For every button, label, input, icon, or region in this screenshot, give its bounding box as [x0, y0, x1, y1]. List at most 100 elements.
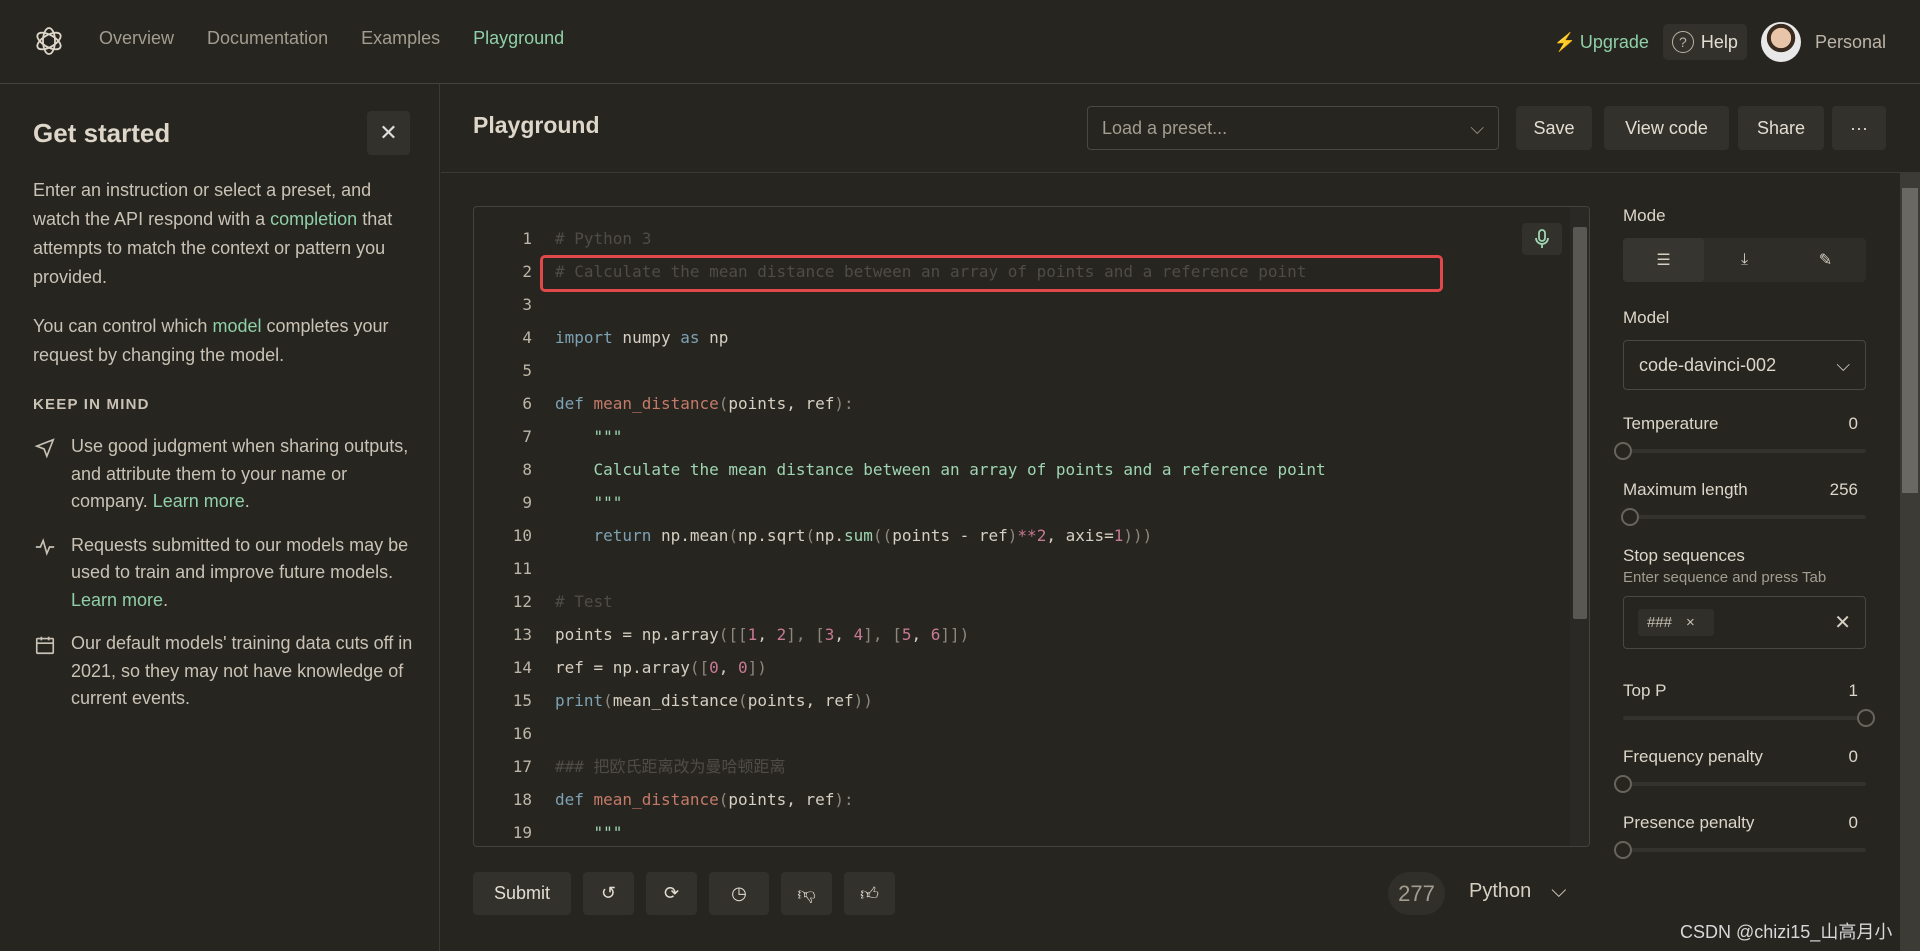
max-length-slider[interactable]: [1621, 500, 1866, 532]
presence-penalty-slider[interactable]: [1614, 833, 1866, 865]
code-token: mean_distance: [612, 691, 739, 710]
model-text-1: You can control which: [33, 316, 213, 336]
scroll-thumb[interactable]: [1573, 227, 1587, 619]
code-token: (: [718, 790, 729, 809]
nav-examples[interactable]: Examples: [361, 28, 440, 49]
code-line[interactable]: 11: [474, 552, 1326, 585]
frequency-penalty-slider[interactable]: [1614, 767, 1866, 799]
code-token: (: [738, 691, 748, 710]
thumbs-up-button[interactable]: 👍︎: [844, 872, 895, 915]
model-link[interactable]: model: [212, 316, 261, 336]
mode-insert[interactable]: ⤓: [1704, 238, 1785, 282]
code-text: """: [532, 816, 623, 846]
undo-button[interactable]: ↺: [583, 872, 634, 915]
code-line[interactable]: 5: [474, 354, 1326, 387]
max-length-label: Maximum length 256: [1623, 480, 1866, 500]
mode-edit[interactable]: ✎: [1785, 238, 1866, 282]
code-line[interactable]: 3: [474, 288, 1326, 321]
code-line[interactable]: 12 # Test: [474, 585, 1326, 618]
share-button[interactable]: Share: [1738, 106, 1824, 150]
line-number: 10: [512, 526, 532, 545]
help-label: Help: [1700, 31, 1738, 52]
code-line[interactable]: 13 points = np.array([[1, 2], [3, 4], [5,…: [474, 618, 1326, 651]
clear-icon[interactable]: ✕: [1834, 610, 1851, 635]
tip-cutoff: Our default models' training data cuts o…: [33, 630, 418, 713]
model-text: You can control which model completes yo…: [33, 312, 418, 370]
top-p-label: Top P 1: [1623, 681, 1866, 701]
code-line[interactable]: 1 # Python 3: [474, 222, 1326, 255]
code-line[interactable]: 6 def mean_distance(points, ref):: [474, 387, 1326, 420]
mode-label: Mode: [1623, 206, 1866, 226]
tip-end: .: [244, 491, 250, 511]
label: Top P: [1623, 681, 1667, 700]
stop-sequences-input[interactable]: ### × ✕: [1623, 596, 1866, 649]
code-line[interactable]: 17 ### 把欧氏距离改为曼哈顿距离: [474, 750, 1326, 783]
slider-knob[interactable]: [1621, 508, 1640, 526]
microphone-button[interactable]: [1522, 223, 1562, 255]
learn-more-link[interactable]: Learn more: [153, 491, 245, 511]
code-line[interactable]: 16: [474, 717, 1326, 750]
code-lines[interactable]: 1 # Python 3 2 # Calculate the mean distanc…: [474, 222, 1326, 846]
code-line[interactable]: 9 """: [474, 486, 1326, 519]
code-line[interactable]: 18 def mean_distance(points, ref):: [474, 783, 1326, 816]
highlight-annotation-box: [540, 255, 1443, 292]
stop-sequences-hint: Enter sequence and press Tab: [1623, 569, 1827, 586]
code-line[interactable]: 4 import numpy as np: [474, 321, 1326, 354]
completion-link[interactable]: completion: [270, 209, 357, 229]
value: 0: [1848, 747, 1858, 766]
thumbs-down-button[interactable]: 👎︎: [781, 872, 832, 915]
page-scrollbar[interactable]: [1900, 173, 1920, 951]
account-menu[interactable]: Personal: [1815, 32, 1886, 53]
code-text: import numpy as np: [532, 321, 728, 354]
line-number: 5: [522, 361, 532, 380]
submit-button[interactable]: Submit: [473, 872, 571, 915]
more-options-button[interactable]: ···: [1832, 106, 1886, 150]
nav-playground[interactable]: Playground: [473, 28, 564, 49]
code-token: 0: [738, 658, 748, 677]
divider: [441, 172, 1920, 173]
editor-scrollbar[interactable]: [1570, 207, 1589, 846]
code-text: # Python 3: [532, 222, 651, 255]
tip-end: .: [163, 589, 169, 610]
upgrade-link[interactable]: ⚡ Upgrade: [1553, 32, 1648, 53]
model-select[interactable]: code-davinci-002 ⌵: [1623, 340, 1866, 390]
mode-complete[interactable]: ☰: [1623, 238, 1704, 282]
preset-select[interactable]: Load a preset... ⌵: [1087, 106, 1499, 150]
learn-more-link[interactable]: Learn more: [71, 590, 163, 610]
history-button[interactable]: ◷: [709, 872, 769, 915]
avatar[interactable]: [1760, 22, 1801, 62]
code-line[interactable]: 10 return np.mean(np.sqrt(np.sum((points…: [474, 519, 1326, 552]
regenerate-button[interactable]: ⟳: [646, 872, 697, 915]
code-token: ))): [1123, 526, 1153, 545]
openai-logo-icon[interactable]: [33, 25, 65, 57]
slider-knob[interactable]: [1614, 775, 1632, 793]
line-number: 2: [522, 262, 532, 281]
language-select[interactable]: Python ⌵: [1469, 880, 1566, 903]
code-line[interactable]: 15 print(mean_distance(points, ref)): [474, 684, 1326, 717]
top-p-slider[interactable]: [1623, 701, 1875, 733]
question-icon: ?: [1671, 31, 1694, 53]
code-token: as: [680, 328, 700, 347]
view-code-button[interactable]: View code: [1604, 106, 1729, 150]
nav-overview[interactable]: Overview: [99, 28, 174, 49]
code-token: ]]): [940, 625, 970, 644]
code-line[interactable]: 14 ref = np.array([0, 0]): [474, 651, 1326, 684]
code-token: (: [805, 526, 816, 545]
code-line[interactable]: 19 """: [474, 816, 1326, 846]
code-token: def: [555, 394, 594, 413]
temperature-slider[interactable]: [1614, 434, 1866, 466]
nav-documentation[interactable]: Documentation: [207, 28, 328, 49]
code-line[interactable]: 8 Calculate the mean distance between an…: [474, 453, 1325, 486]
save-button[interactable]: Save: [1516, 106, 1592, 150]
remove-chip-icon[interactable]: ×: [1686, 614, 1695, 631]
code-token: sum: [844, 526, 873, 545]
code-line[interactable]: 7 """: [474, 420, 1326, 453]
code-token: (: [718, 394, 729, 413]
slider-knob[interactable]: [1614, 442, 1632, 460]
scroll-thumb[interactable]: [1902, 188, 1918, 493]
close-sidebar-button[interactable]: ✕: [367, 111, 410, 155]
help-button[interactable]: ? Help: [1662, 24, 1747, 60]
slider-knob[interactable]: [1614, 841, 1632, 859]
slider-knob[interactable]: [1857, 709, 1875, 727]
prompt-editor[interactable]: 1 # Python 3 2 # Calculate the mean distanc…: [473, 206, 1590, 847]
